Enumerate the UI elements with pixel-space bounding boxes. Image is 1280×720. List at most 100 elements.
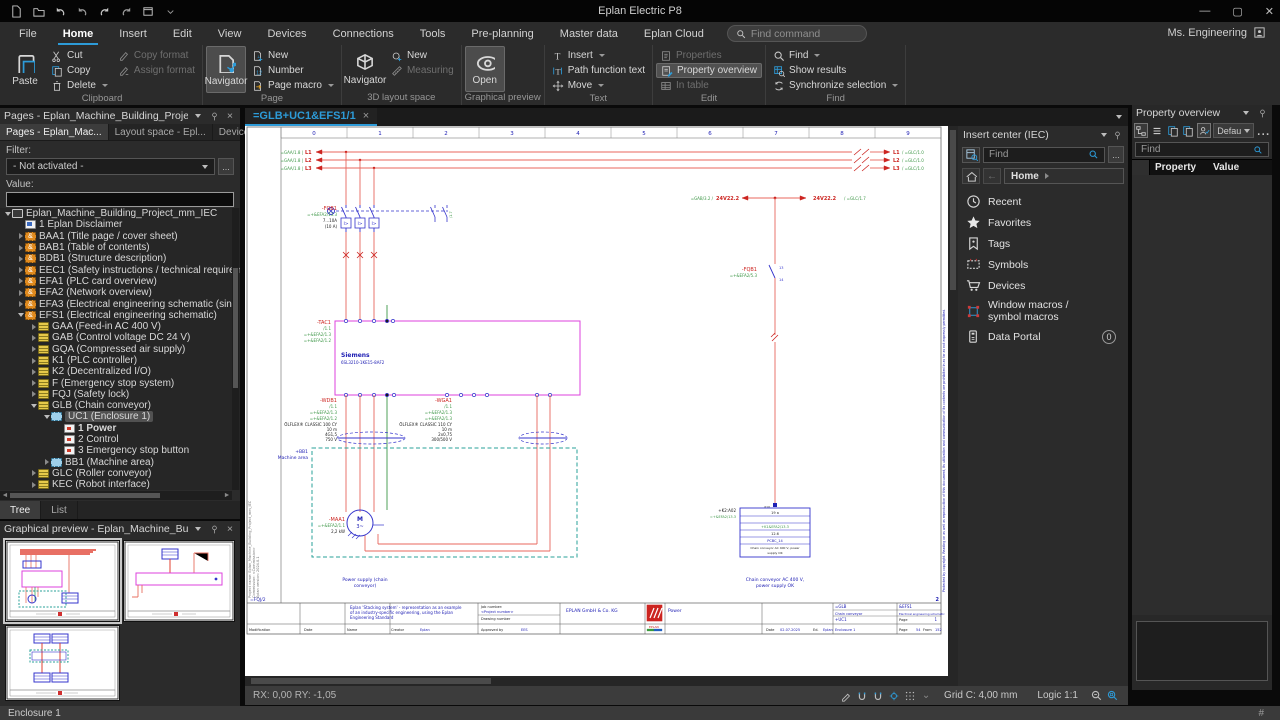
- tree-item-eplanmachinebuildingprojectmmiec[interactable]: Eplan_Machine_Building_Project_mm_IEC: [0, 208, 240, 219]
- view-tab-tree[interactable]: Tree: [0, 501, 41, 519]
- panel-close-icon[interactable]: ×: [224, 523, 236, 535]
- ribbon-tab-insert[interactable]: Insert: [106, 22, 160, 45]
- canvas-vertical-scrollbar[interactable]: [948, 126, 958, 676]
- ribbon-tab-pre-planning[interactable]: Pre-planning: [458, 22, 546, 45]
- tree-item-3[interactable]: 3 Emergency stop button: [0, 445, 240, 456]
- path-function-text-button[interactable]: TPath function text: [548, 63, 649, 78]
- pen-mode-icon[interactable]: [838, 690, 854, 702]
- panel-dropdown-icon[interactable]: [192, 527, 204, 531]
- panel-pin-icon[interactable]: [1111, 130, 1123, 141]
- find-command-input[interactable]: Find command: [727, 25, 867, 42]
- measuring-button[interactable]: Measuring: [387, 63, 458, 78]
- new-button[interactable]: New: [248, 48, 338, 63]
- panel-dropdown-icon[interactable]: [192, 114, 204, 118]
- tree-expander-icon[interactable]: [29, 470, 38, 476]
- home-button[interactable]: [962, 168, 980, 184]
- navigator-button[interactable]: Navigator: [206, 46, 246, 93]
- insert-item-window-macros-symbol-macros[interactable]: Window macros / symbol macros: [960, 296, 1126, 326]
- insert-button[interactable]: TInsert: [548, 48, 649, 63]
- insert-item-devices[interactable]: Devices: [960, 275, 1126, 296]
- tree-expander-icon[interactable]: [16, 290, 25, 296]
- navigator-tab-1[interactable]: Layout space - Epl...: [109, 124, 213, 140]
- tree-item-efa3[interactable]: &EFA3 (Electrical engineering schematic …: [0, 298, 240, 309]
- tree-item-baa1[interactable]: &BAA1 (Title page / cover sheet): [0, 231, 240, 242]
- tree-item-gab[interactable]: GAB (Control voltage DC 24 V): [0, 332, 240, 343]
- zoom-window-icon[interactable]: [1104, 689, 1120, 702]
- ribbon-tab-devices[interactable]: Devices: [254, 22, 319, 45]
- copy-format-button[interactable]: Copy format: [114, 48, 199, 63]
- tab-close-icon[interactable]: ×: [363, 110, 369, 122]
- ribbon-tab-edit[interactable]: Edit: [160, 22, 205, 45]
- number-button[interactable]: 12Number: [248, 63, 338, 78]
- panel-close-icon[interactable]: ×: [224, 110, 236, 122]
- tree-item-gaa[interactable]: GAA (Feed-in AC 400 V): [0, 321, 240, 332]
- tree-expander-icon[interactable]: [16, 278, 25, 284]
- tree-expander-icon[interactable]: [29, 358, 38, 364]
- list-icon[interactable]: [1150, 123, 1164, 138]
- tree-expander-icon[interactable]: [16, 245, 25, 251]
- tree-item-f[interactable]: F (Emergency stop system): [0, 377, 240, 388]
- tree-expander-icon[interactable]: [29, 404, 38, 408]
- insert-center-search-input[interactable]: Find: [983, 147, 1105, 163]
- delete-button[interactable]: Delete: [47, 78, 112, 93]
- property-search-input[interactable]: Find: [1135, 142, 1269, 157]
- hierarchy-icon[interactable]: [1134, 123, 1148, 138]
- tree-expander-icon[interactable]: [29, 346, 38, 352]
- find-button[interactable]: Find: [769, 48, 902, 63]
- canvas-horizontal-scrollbar[interactable]: [245, 676, 958, 686]
- preview-thumbnail-3[interactable]: [5, 625, 120, 701]
- navigator-tab-0[interactable]: Pages - Eplan_Mac...: [0, 124, 109, 140]
- property-table-body[interactable]: [1132, 175, 1272, 615]
- logic-scale-indicator[interactable]: Logic 1:1: [1027, 690, 1088, 701]
- assign-format-button[interactable]: Assign format: [114, 63, 199, 78]
- tree-horizontal-scrollbar[interactable]: ◄►: [0, 491, 232, 500]
- show-results-button[interactable]: Show results: [769, 63, 902, 78]
- search-more-button[interactable]: ...: [1108, 146, 1124, 163]
- filter-select[interactable]: - Not activated -: [6, 158, 215, 175]
- tree-item-glc[interactable]: GLC (Roller conveyor): [0, 468, 240, 479]
- preview-thumbnail-2[interactable]: [123, 540, 235, 622]
- tree-expander-icon[interactable]: [16, 313, 25, 317]
- value-input[interactable]: [6, 192, 234, 207]
- tree-item-2[interactable]: 2 Control: [0, 434, 240, 445]
- panel-dropdown-icon[interactable]: [1240, 111, 1252, 115]
- tree-expander-icon[interactable]: [16, 256, 25, 262]
- object-snap-icon[interactable]: [870, 690, 886, 702]
- tree-expander-icon[interactable]: [29, 324, 38, 330]
- ribbon-tab-connections[interactable]: Connections: [320, 22, 407, 45]
- tree-item-1[interactable]: 1 Power: [0, 423, 240, 434]
- tree-expander-icon[interactable]: [29, 482, 38, 488]
- tree-item-eec1[interactable]: &EEC1 (Safety instructions / technical r…: [0, 264, 240, 275]
- copy-icon[interactable]: [1166, 123, 1180, 138]
- back-button[interactable]: ←: [983, 168, 1001, 184]
- close-button[interactable]: ✕: [1265, 5, 1274, 18]
- insert-item-symbols[interactable]: Symbols: [960, 254, 1126, 275]
- open-button[interactable]: Open: [465, 46, 505, 92]
- new-button[interactable]: New: [387, 48, 458, 63]
- tree-item-kec[interactable]: KEC (Robot interface): [0, 479, 240, 490]
- panel-pin-icon[interactable]: [208, 111, 220, 122]
- move-button[interactable]: Move: [548, 78, 649, 93]
- paste-button[interactable]: Paste: [5, 46, 45, 93]
- tree-expander-icon[interactable]: [29, 335, 38, 341]
- copy-icon[interactable]: [1182, 123, 1196, 138]
- schematic-canvas[interactable]: 0123456789I>I>I>/1.7M3~X10=GAA/1.8 |L1=G…: [245, 126, 948, 676]
- value-column-header[interactable]: Value: [1208, 162, 1239, 173]
- tree-item-efa1[interactable]: &EFA1 (PLC card overview): [0, 276, 240, 287]
- page-macro-button[interactable]: Page macro: [248, 78, 338, 93]
- user-settings-icon[interactable]: [1253, 26, 1266, 39]
- tree-expander-icon[interactable]: [42, 459, 51, 465]
- breadcrumb[interactable]: Home: [1004, 168, 1124, 184]
- maximize-button[interactable]: ▢: [1232, 5, 1242, 18]
- ribbon-tab-home[interactable]: Home: [50, 22, 107, 45]
- tree-item-fqj[interactable]: FQJ (Safety lock): [0, 389, 240, 400]
- insert-item-recent[interactable]: Recent: [960, 191, 1126, 212]
- tab-list-dropdown-icon[interactable]: [1116, 115, 1122, 119]
- ribbon-tab-view[interactable]: View: [205, 22, 255, 45]
- tree-expander-icon[interactable]: [29, 391, 38, 397]
- view-tab-list[interactable]: List: [41, 501, 78, 519]
- property-overview-button[interactable]: Property overview: [656, 63, 762, 78]
- tree-item-efa2[interactable]: &EFA2 (Network overview): [0, 287, 240, 298]
- navigator-button[interactable]: Navigator: [345, 46, 385, 92]
- tree-item-efs1[interactable]: &EFS1 (Electrical engineering schematic): [0, 310, 240, 321]
